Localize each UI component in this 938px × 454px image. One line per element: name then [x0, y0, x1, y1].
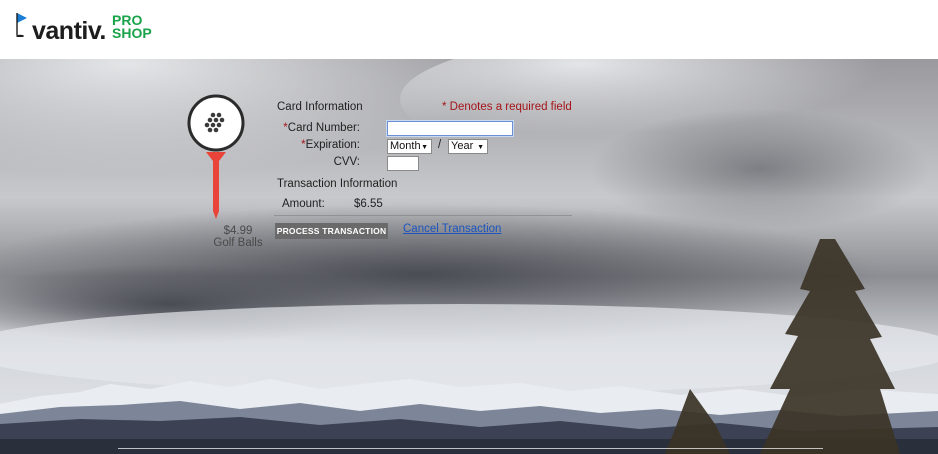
amount-value: $6.55: [354, 198, 383, 210]
dropdown-arrow-icon: ▼: [477, 144, 484, 151]
golf-flag-icon: [16, 13, 27, 37]
card-info-heading: Card Information: [277, 101, 363, 113]
transaction-info-heading: Transaction Information: [277, 178, 398, 190]
expiration-label: *Expiration:: [301, 139, 360, 151]
required-field-note: * Denotes a required field: [442, 101, 572, 113]
site-header: vantiv. PRO SHOP: [0, 0, 938, 59]
product-price: $4.99: [223, 225, 253, 237]
cvv-label: CVV:: [333, 156, 360, 168]
date-separator: /: [438, 139, 442, 151]
process-transaction-button[interactable]: PROCESS TRANSACTION: [275, 223, 388, 239]
cancel-transaction-link[interactable]: Cancel Transaction: [403, 223, 501, 235]
expiration-month-select[interactable]: Month ▼: [387, 139, 432, 154]
golf-ball-tee-icon: [187, 94, 245, 219]
cvv-input[interactable]: [387, 156, 419, 171]
logo-wordmark: vantiv.: [32, 17, 106, 45]
hero-background: [0, 59, 938, 454]
bottom-divider: [118, 448, 823, 449]
mountain-sky-background: [0, 59, 938, 454]
card-number-input[interactable]: [387, 121, 513, 136]
logo-shop-text: SHOP: [112, 25, 152, 41]
form-divider: [274, 215, 572, 216]
amount-label: Amount:: [282, 198, 325, 210]
expiration-year-select[interactable]: Year ▼: [448, 139, 488, 154]
vantiv-pro-shop-logo[interactable]: vantiv. PRO SHOP: [12, 12, 162, 46]
dropdown-arrow-icon: ▼: [421, 144, 428, 151]
card-number-label: *Card Number:: [283, 122, 360, 134]
product-name: Golf Balls: [213, 237, 263, 249]
